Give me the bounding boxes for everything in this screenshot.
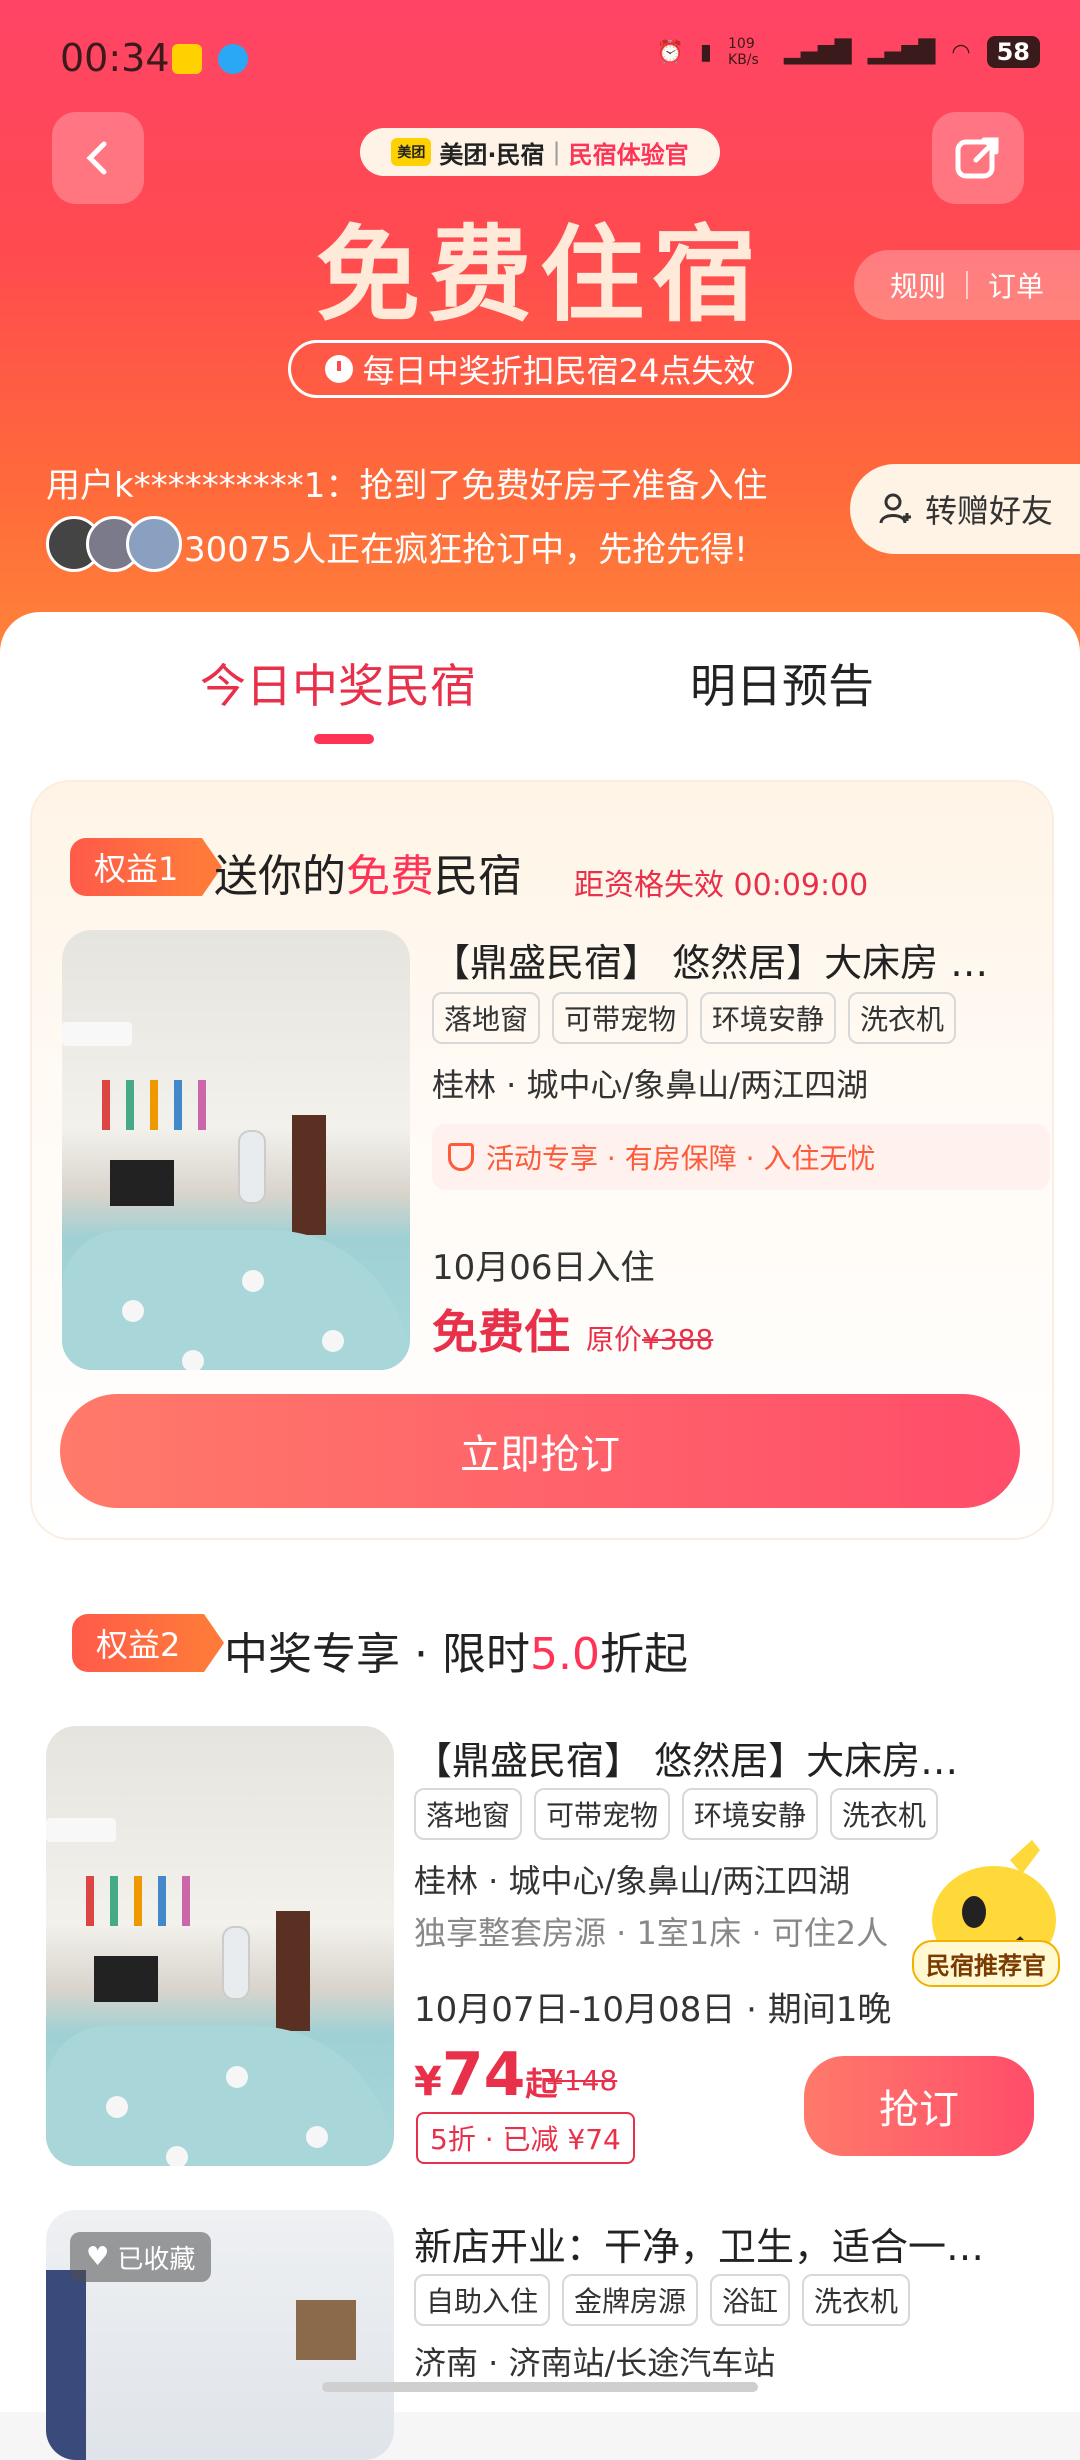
expiry-badge: 每日中奖折扣民宿24点失效 — [288, 340, 792, 398]
meituan-logo: 美团 — [391, 138, 432, 166]
perk1-countdown: 距资格失效 00:09:00 — [574, 868, 869, 903]
guarantee-banner: 活动专享 · 有房保障 · 入住无忧 — [432, 1124, 1050, 1190]
qq-icon — [218, 44, 248, 74]
brand-pill: 美团 美团·民宿 | 民宿体验官 — [360, 128, 720, 176]
mascot-label[interactable]: 民宿推荐官 — [912, 1940, 1060, 1987]
alarm-icon: ⏰ — [656, 39, 684, 65]
listing-tag: 落地窗 — [414, 1788, 523, 1840]
listing-tags: 落地窗 可带宠物 环境安静 洗衣机 — [414, 1788, 939, 1840]
grab-button[interactable]: 抢订 — [804, 2056, 1034, 2156]
status-bar: 00:34 ⏰ ▮ 109 KB/s ▂▄▆█ ▂▄▆█ ◠ 58 — [0, 0, 1080, 120]
listing-tag: 浴缸 — [710, 2274, 791, 2326]
listing-location: 桂林 · 城中心/象鼻山/两江四湖 — [432, 1066, 869, 1104]
winner-ticker: 用户k**********1：抢到了免费好房子准备入住 — [46, 466, 768, 506]
perk2-title: 中奖专享 · 限时5.0折起 — [224, 1629, 688, 1680]
guarantee-text: 活动专享 · 有房保障 · 入住无忧 — [486, 1142, 876, 1175]
listing-tag: 自助入住 — [414, 2274, 551, 2326]
listing-location: 桂林 · 城中心/象鼻山/两江四湖 — [414, 1862, 851, 1900]
home-indicator[interactable] — [322, 2382, 758, 2392]
listing-tag: 环境安静 — [682, 1788, 819, 1840]
signal-icon-2: ▂▄▆█ — [867, 39, 936, 65]
share-icon — [955, 137, 999, 179]
listing-tag: 可带宠物 — [534, 1788, 671, 1840]
listing-title[interactable]: 【鼎盛民宿】 悠然居】大床房… — [414, 1730, 1014, 1785]
signal-icon: ▂▄▆█ — [784, 39, 852, 65]
clock-icon — [324, 355, 353, 383]
listing-tag: 落地窗 — [432, 992, 541, 1044]
rules-link[interactable]: 规则 — [890, 265, 946, 305]
listing-tag: 金牌房源 — [562, 2274, 699, 2326]
listing-title[interactable]: 新店开业：干净，卫生，适合一… — [414, 2216, 1034, 2271]
battery-level: 58 — [986, 36, 1040, 68]
net-speed: 109 KB/s — [728, 36, 759, 68]
tab-today-winners[interactable]: 今日中奖民宿 — [200, 650, 476, 716]
rules-orders-pill: 规则 订单 — [854, 250, 1080, 320]
shield-icon — [448, 1143, 474, 1171]
listing-tags: 自助入住 金牌房源 浴缸 洗衣机 — [414, 2274, 911, 2326]
status-time: 00:34 — [60, 36, 170, 80]
perk2-tag: 权益2 — [72, 1614, 225, 1672]
wifi-icon: ◠ — [951, 39, 971, 65]
grab-now-button[interactable]: 立即抢订 — [60, 1394, 1020, 1508]
divider — [966, 271, 968, 299]
perk1-title: 送你的免费民宿 — [214, 851, 522, 902]
original-price: ¥148 — [546, 2064, 618, 2097]
perk1-tag: 权益1 — [70, 838, 223, 896]
user-icon — [879, 493, 911, 524]
listing-tag: 洗衣机 — [848, 992, 957, 1044]
listing-photo[interactable] — [46, 1726, 394, 2166]
listing-location: 济南 · 济南站/长途汽车站 — [414, 2344, 776, 2382]
gift-friend-button[interactable]: 转赠好友 — [850, 464, 1080, 554]
favorited-badge[interactable]: ♥ 已收藏 — [70, 2232, 212, 2282]
stay-dates: 10月07日-10月08日 · 期间1晚 — [414, 1990, 892, 2030]
favorited-label: 已收藏 — [117, 2244, 196, 2275]
listing-tag: 可带宠物 — [552, 992, 689, 1044]
listing-title[interactable]: 【鼎盛民宿】 悠然居】大床房 … — [432, 932, 1032, 987]
listing-tag: 洗衣机 — [830, 1788, 939, 1840]
brand-name: 美团·民宿 — [439, 140, 545, 169]
listing-tag: 洗衣机 — [802, 2274, 911, 2326]
meituan-app-icon — [172, 44, 202, 74]
discount-badge: 5折 · 已减 ¥74 — [416, 2112, 635, 2164]
buyers-ticker: 30075人正在疯狂抢订中，先抢先得! — [184, 530, 748, 570]
avatar-stack — [46, 516, 182, 572]
original-price: 原价¥388 — [586, 1323, 714, 1356]
avatar — [126, 516, 182, 572]
listing-tag: 环境安静 — [700, 992, 837, 1044]
checkin-date: 10月06日入住 — [432, 1248, 655, 1288]
heart-icon: ♥ — [86, 2242, 110, 2272]
brand-separator: | — [552, 138, 561, 166]
discount-price: ¥74起 — [414, 2040, 558, 2110]
gift-friend-label: 转赠好友 — [924, 492, 1053, 530]
status-indicators: ⏰ ▮ 109 KB/s ▂▄▆█ ▂▄▆█ ◠ 58 — [656, 36, 1040, 68]
expiry-badge-text: 每日中奖折扣民宿24点失效 — [362, 352, 756, 390]
tab-underline — [314, 734, 374, 744]
chevron-left-icon — [86, 141, 107, 175]
free-price-label: 免费住 — [432, 1305, 570, 1359]
vibrate-icon: ▮ — [699, 39, 713, 65]
listing-detail: 独享整套房源 · 1室1床 · 可住2人 — [414, 1914, 889, 1952]
listing-photo[interactable] — [62, 930, 410, 1370]
listing-tags: 落地窗 可带宠物 环境安静 洗衣机 — [432, 992, 957, 1044]
orders-link[interactable]: 订单 — [988, 265, 1044, 305]
brand-subtitle: 民宿体验官 — [568, 140, 689, 169]
tab-tomorrow-preview[interactable]: 明日预告 — [690, 650, 874, 716]
